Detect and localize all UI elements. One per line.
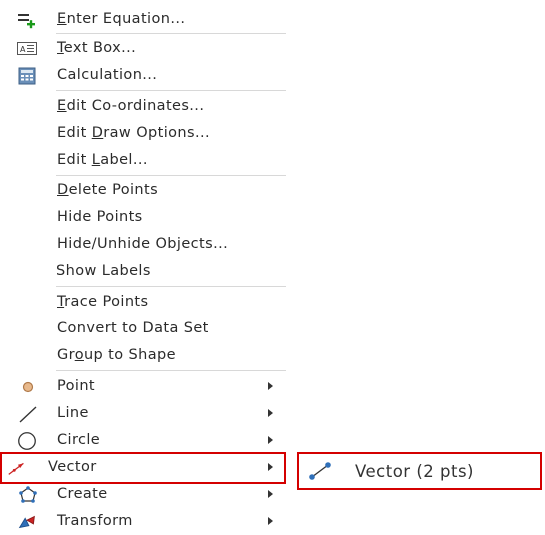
menu-separator (56, 90, 286, 91)
menu-separator (56, 286, 286, 287)
menu-item-label: Delete Points (57, 182, 159, 198)
menu-item-delete-points[interactable]: Delete Points (0, 178, 290, 204)
menu-item-trace-points[interactable]: Trace Points (0, 290, 290, 316)
calculator-icon (16, 66, 38, 86)
menu-item-transform[interactable]: Transform (0, 509, 290, 535)
menu-item-label: Edit Co-ordinates... (57, 98, 205, 114)
menu-item-create[interactable]: Create (0, 482, 290, 508)
menu-item-convert-to-data-set[interactable]: Convert to Data Set (0, 316, 290, 342)
menu-item-label: Point (57, 378, 96, 394)
submenu-arrow-icon (268, 409, 273, 417)
create-shape-icon (17, 485, 39, 505)
submenu-arrow-icon (268, 517, 273, 525)
menu-item-calculation[interactable]: Calculation... (0, 63, 290, 89)
menu-item-label: Edit Label... (57, 152, 148, 168)
transform-icon (16, 512, 38, 532)
menu-item-label: Circle (57, 432, 101, 448)
menu-separator (56, 33, 286, 34)
menu-item-point[interactable]: Point (0, 374, 290, 400)
vector-submenu: Vector (2 pts) (297, 452, 542, 490)
menu-item-label: Edit Draw Options... (57, 125, 210, 141)
menu-item-text-box[interactable]: A Text Box... (0, 36, 290, 62)
menu-item-label: Group to Shape (57, 347, 176, 363)
menu-item-label: Line (57, 405, 89, 421)
submenu-arrow-icon (268, 490, 273, 498)
submenu-item-label: Vector (2 pts) (355, 462, 474, 481)
menu-item-label: Transform (57, 513, 133, 529)
menu-item-label: Enter Equation... (57, 11, 186, 27)
menu-item-circle[interactable]: Circle (0, 428, 290, 454)
menu-item-label: Text Box... (57, 40, 137, 56)
submenu-item-vector-2-pts[interactable]: Vector (2 pts) (299, 454, 540, 488)
menu-separator (56, 175, 286, 176)
context-menu: Enter Equation... A Text Box... Calculat… (0, 0, 290, 531)
svg-text:A: A (20, 45, 26, 54)
menu-item-label: Calculation... (57, 67, 158, 83)
point-icon (17, 377, 39, 397)
menu-item-group-to-shape[interactable]: Group to Shape (0, 343, 290, 369)
menu-item-label: Trace Points (57, 294, 149, 310)
menu-item-label: Hide Points (57, 209, 143, 225)
menu-item-hide-points[interactable]: Hide Points (0, 205, 290, 231)
menu-item-show-labels[interactable]: Show Labels (0, 259, 290, 285)
line-icon (17, 404, 39, 424)
menu-item-line[interactable]: Line (0, 401, 290, 427)
text-box-icon: A (16, 39, 38, 59)
equation-add-icon (16, 10, 38, 30)
submenu-arrow-icon (268, 436, 273, 444)
vector-two-points-icon (307, 460, 333, 482)
submenu-arrow-icon (268, 382, 273, 390)
vector-highlight-box (0, 452, 286, 484)
menu-item-label: Show Labels (56, 263, 151, 279)
menu-item-label: Create (57, 486, 108, 502)
menu-item-label: Convert to Data Set (57, 320, 209, 336)
menu-item-hide-unhide-objects[interactable]: Hide/Unhide Objects... (0, 232, 290, 258)
menu-item-edit-draw-options[interactable]: Edit Draw Options... (0, 121, 290, 147)
menu-item-enter-equation[interactable]: Enter Equation... (0, 7, 290, 33)
circle-icon (16, 431, 38, 451)
menu-item-edit-label[interactable]: Edit Label... (0, 148, 290, 174)
menu-separator (56, 370, 286, 371)
menu-item-edit-coordinates[interactable]: Edit Co-ordinates... (0, 94, 290, 120)
menu-item-label: Hide/Unhide Objects... (57, 236, 229, 252)
